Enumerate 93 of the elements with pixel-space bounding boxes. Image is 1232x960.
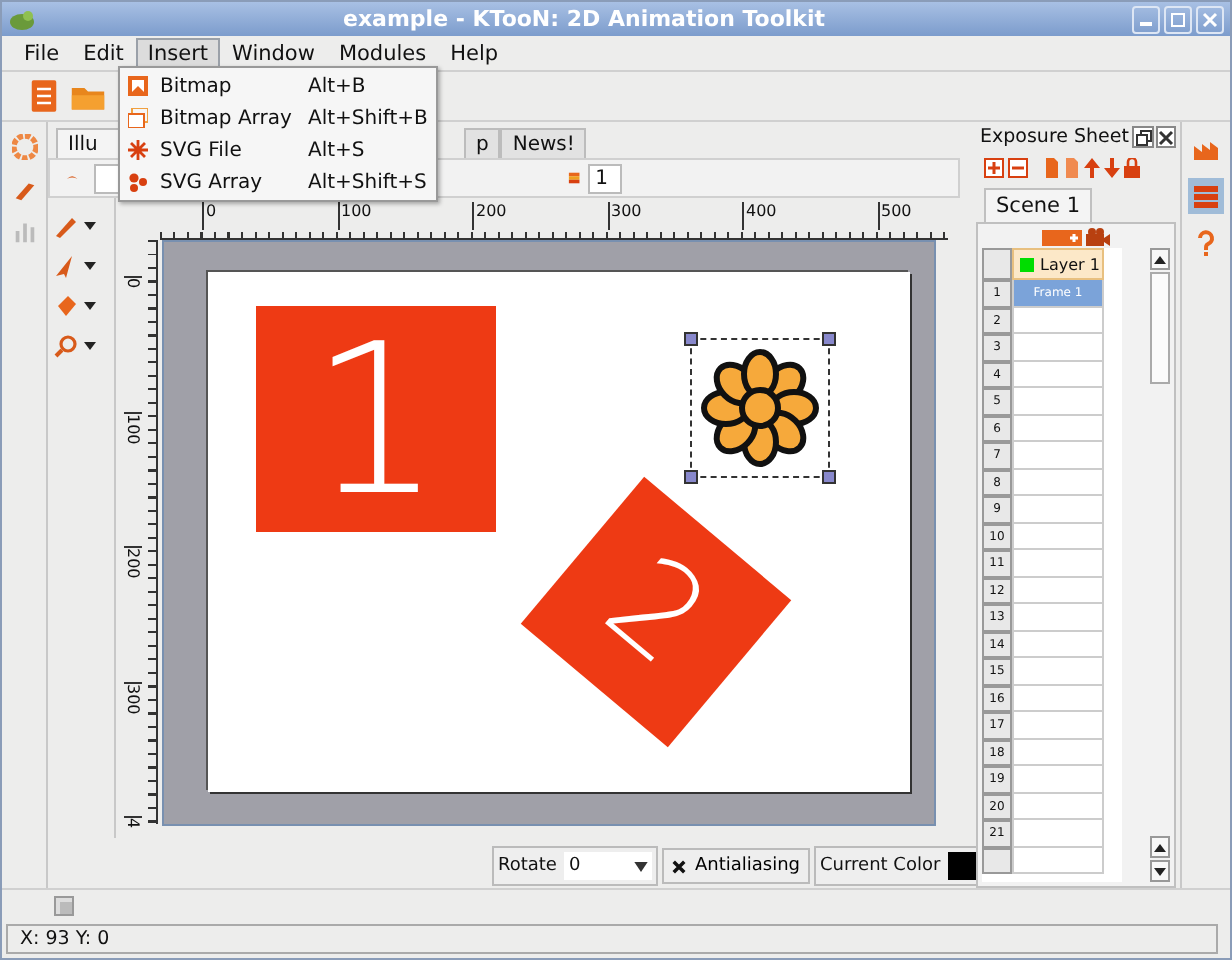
down-arrow-icon — [1154, 867, 1166, 875]
selection-arrow-icon[interactable] — [54, 254, 98, 278]
menu-item[interactable]: Window — [220, 37, 327, 69]
menu-item[interactable]: File — [12, 37, 72, 69]
maximize-icon — [1168, 9, 1188, 29]
up-arrow-icon — [1154, 843, 1166, 851]
frame-cell[interactable] — [1012, 307, 1104, 334]
minimize-icon — [1140, 22, 1152, 26]
float-button[interactable] — [1132, 126, 1154, 148]
tab[interactable]: p — [464, 128, 501, 158]
frame-cell[interactable] — [1012, 631, 1104, 658]
layer-spin-box[interactable]: 1 — [587, 163, 622, 193]
help-icon[interactable] — [1196, 230, 1216, 258]
close-button[interactable] — [1155, 126, 1176, 148]
menu-item[interactable]: Insert — [135, 37, 221, 69]
film-icon[interactable] — [54, 896, 74, 916]
pencil-icon[interactable] — [54, 214, 98, 238]
scroll-down-button[interactable] — [1150, 860, 1170, 882]
menu-item[interactable]: Edit — [71, 37, 136, 69]
color-swatch[interactable] — [948, 852, 977, 880]
frame-cell[interactable] — [1012, 577, 1104, 604]
frame-cell[interactable] — [1012, 793, 1104, 820]
add-icon[interactable] — [984, 158, 1004, 178]
antialiasing-toggle[interactable]: Antialiasing — [662, 848, 810, 884]
rotate-label: Rotate — [498, 856, 557, 876]
frame-cell[interactable] — [1012, 739, 1104, 766]
frame-cell[interactable] — [1012, 712, 1104, 739]
scroll-thumb[interactable] — [1150, 272, 1170, 384]
scroll-up-button[interactable] — [1150, 248, 1170, 270]
frame-cell[interactable] — [1012, 334, 1104, 361]
exposure-sheet-tool-button[interactable] — [1188, 178, 1224, 214]
frame-cell[interactable] — [1012, 496, 1104, 523]
frame-cell[interactable] — [1012, 550, 1104, 577]
check-mark-icon — [672, 859, 687, 873]
shape-number: 1 — [309, 315, 443, 523]
vertical-ruler: 0 100 200 300 4 — [124, 240, 158, 824]
selection-frame[interactable] — [684, 332, 836, 484]
app-logo-icon — [8, 7, 36, 31]
menu-item[interactable]: Help — [438, 37, 511, 69]
frame-cell[interactable] — [1012, 820, 1104, 847]
insert-frame-icon[interactable] — [1044, 158, 1060, 178]
frame-cell[interactable] — [1012, 442, 1104, 469]
up-arrow-icon[interactable] — [1084, 158, 1100, 178]
caret-icon — [634, 861, 649, 871]
images-icon — [128, 108, 148, 128]
tab[interactable]: News! — [500, 128, 587, 158]
remove-frame-icon[interactable] — [1064, 158, 1080, 178]
float-icon — [1135, 129, 1152, 145]
row-number — [982, 847, 1012, 874]
maximize-button[interactable] — [1164, 5, 1192, 33]
frame-cell[interactable] — [1012, 415, 1104, 442]
panel-title: Exposure Sheet — [980, 126, 1129, 148]
horizontal-ruler: 0 100 200 300 400 500 — [160, 202, 948, 240]
layer-header[interactable]: Layer 1 — [1012, 248, 1104, 280]
frame-cell[interactable] — [1012, 388, 1104, 415]
menu-item[interactable]: SVG Array Alt+Shift+S — [120, 166, 436, 198]
close-icon — [1200, 9, 1220, 29]
lock-icon[interactable] — [1124, 158, 1140, 178]
down-arrow-icon[interactable] — [1104, 158, 1120, 178]
rotate-control[interactable]: Rotate 0 — [492, 846, 659, 886]
bar-chart-icon[interactable] — [11, 218, 37, 244]
add-layer-icon[interactable] — [1042, 229, 1082, 245]
frame-cell[interactable] — [1012, 685, 1104, 712]
frame-cell[interactable] — [1012, 361, 1104, 388]
corner-cell — [982, 248, 1012, 280]
close-icon — [1157, 129, 1174, 145]
zoom-icon[interactable] — [54, 334, 98, 358]
current-color-label: Current Color — [820, 856, 941, 876]
menu-item[interactable]: Bitmap Array Alt+Shift+B — [120, 102, 436, 134]
shape-number: 2 — [583, 536, 729, 688]
camera-icon[interactable] — [1086, 228, 1110, 246]
color-wheel-icon[interactable] — [11, 134, 37, 160]
fill-bucket-icon[interactable] — [54, 294, 98, 318]
document-icon[interactable] — [30, 78, 58, 114]
frame-cell[interactable] — [1012, 658, 1104, 685]
minimize-button[interactable] — [1132, 5, 1160, 33]
cursor-position: X: 93 Y: 0 — [20, 928, 110, 950]
menu-item[interactable]: Bitmap Alt+B — [120, 70, 436, 102]
scene-tab[interactable]: Scene 1 — [984, 188, 1093, 222]
rotate-combo[interactable]: 0 — [564, 852, 653, 880]
star-burst-icon — [128, 140, 148, 160]
up-arrow-icon — [1154, 255, 1166, 263]
image-icon — [128, 76, 148, 96]
menu-item[interactable]: Modules — [326, 37, 439, 69]
frame-cell[interactable] — [1012, 469, 1104, 496]
remove-icon[interactable] — [1008, 158, 1028, 178]
frame-cell[interactable] — [1012, 604, 1104, 631]
frame-cell[interactable] — [1012, 766, 1104, 793]
window-title: example - KTooN: 2D Animation Toolkit — [340, 6, 828, 32]
frame-cell[interactable] — [1012, 847, 1104, 874]
frame-cell[interactable] — [1012, 523, 1104, 550]
dots-icon — [128, 172, 148, 192]
scroll-up-button[interactable] — [1150, 836, 1170, 858]
